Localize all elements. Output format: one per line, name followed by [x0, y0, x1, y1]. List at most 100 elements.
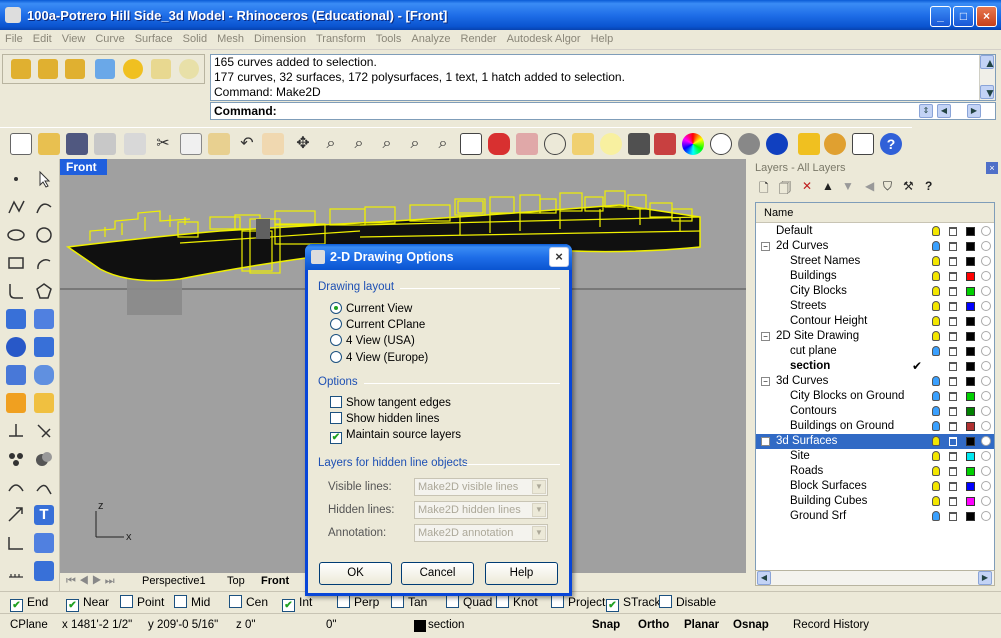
boolean-icon[interactable]	[34, 449, 54, 469]
layer-name[interactable]: 3d Surfaces	[776, 435, 837, 447]
lightbulb-icon[interactable]	[932, 226, 940, 236]
tab-top[interactable]: Top	[227, 575, 245, 587]
menu-solid[interactable]: Solid	[178, 30, 212, 45]
points-on-icon[interactable]	[6, 449, 26, 469]
menu-surface[interactable]: Surface	[130, 30, 178, 45]
collapse-icon[interactable]: −	[761, 437, 770, 446]
unlock-icon[interactable]	[949, 497, 957, 506]
select-tool-icon[interactable]	[798, 133, 820, 155]
shaded-sphere-icon[interactable]	[738, 133, 760, 155]
car-icon[interactable]	[488, 133, 510, 155]
layout-option-4view-europe[interactable]: 4 View (Europe)	[330, 351, 428, 364]
layer-name[interactable]: cut plane	[790, 345, 837, 357]
layer-row[interactable]: Building Cubes	[756, 494, 994, 509]
layer-color-swatch[interactable]	[966, 287, 975, 296]
grid-plane-icon[interactable]	[516, 133, 538, 155]
ok-button[interactable]: OK	[319, 562, 392, 585]
lightbulb-icon[interactable]	[932, 376, 940, 386]
cancel-button[interactable]: Cancel	[401, 562, 474, 585]
visible-lines-select[interactable]: Make2D visible lines ▼	[414, 478, 548, 496]
layer-color-swatch[interactable]	[966, 242, 975, 251]
solid-box-icon[interactable]	[34, 337, 54, 357]
layer-row[interactable]: −2D Site Drawing	[756, 329, 994, 344]
menu-mesh[interactable]: Mesh	[212, 30, 249, 45]
layer-color-swatch[interactable]	[966, 467, 975, 476]
layer-hscrollbar[interactable]: ◀ ▶	[755, 570, 995, 586]
layer-row[interactable]: section ✔	[756, 359, 994, 374]
osnap-checkbox[interactable]	[391, 595, 404, 608]
menu-autodesk-algor[interactable]: Autodesk Algor	[502, 30, 586, 45]
menu-analyze[interactable]: Analyze	[406, 30, 455, 45]
grid-icon[interactable]	[852, 133, 874, 155]
cut-icon[interactable]: ✂	[152, 133, 174, 155]
unlock-icon[interactable]	[949, 272, 957, 281]
unlock-icon[interactable]	[949, 317, 957, 326]
layer-row[interactable]: −2d Curves	[756, 239, 994, 254]
layout-option-4view-usa[interactable]: 4 View (USA)	[330, 334, 415, 347]
osnap-end-icon[interactable]	[11, 59, 31, 79]
show-tangent-edges-option[interactable]: Show tangent edges	[330, 396, 451, 409]
undo-view-icon[interactable]: ⌕	[432, 133, 454, 155]
unlock-icon[interactable]	[949, 302, 957, 311]
current-layer-check-icon[interactable]: ✔	[912, 359, 922, 373]
lightbulb-icon[interactable]	[932, 451, 940, 461]
status-current-layer[interactable]: section	[428, 619, 464, 631]
show-tangent-edges-checkbox[interactable]	[330, 396, 342, 408]
layer-list-header[interactable]: Name	[756, 203, 994, 223]
chevron-down-icon[interactable]: ▼	[532, 503, 546, 517]
dimension-icon[interactable]	[6, 533, 26, 553]
cylinder-icon[interactable]	[34, 365, 54, 385]
layer-color-swatch[interactable]	[966, 317, 975, 326]
material-icon[interactable]	[981, 391, 991, 401]
sphere-icon[interactable]	[6, 337, 26, 357]
layer-name[interactable]: Site	[790, 450, 810, 462]
tab-front[interactable]: Front	[261, 575, 289, 587]
layer-name[interactable]: 2D Site Drawing	[776, 330, 859, 342]
lightbulb-icon[interactable]	[932, 331, 940, 341]
layer-row[interactable]: Streets	[756, 299, 994, 314]
unlock-icon[interactable]	[949, 482, 957, 491]
move-icon[interactable]	[6, 505, 26, 525]
status-cplane[interactable]: CPlane	[10, 619, 48, 631]
osnap-project[interactable]: Project	[551, 595, 605, 609]
undo-icon[interactable]: ↶	[236, 133, 258, 155]
export-icon[interactable]	[124, 133, 146, 155]
block-icon[interactable]	[34, 561, 54, 581]
layer-name[interactable]: Buildings on Ground	[790, 420, 894, 432]
lightbulb-icon[interactable]	[932, 271, 940, 281]
rotate-view-icon[interactable]: ✥	[292, 133, 314, 155]
rhino-app-icon[interactable]	[5, 7, 21, 23]
unlock-icon[interactable]	[949, 227, 957, 236]
layer-row[interactable]: cut plane	[756, 344, 994, 359]
lightbulb-icon[interactable]	[932, 241, 940, 251]
viewport-title[interactable]: Front	[60, 159, 107, 175]
material-icon[interactable]	[981, 301, 991, 311]
unlock-icon[interactable]	[949, 347, 957, 356]
minimize-button[interactable]: _	[930, 6, 951, 27]
help-icon[interactable]: ?	[880, 133, 902, 155]
menu-curve[interactable]: Curve	[90, 30, 129, 45]
osnap-tan[interactable]: Tan	[391, 595, 427, 609]
point-icon[interactable]	[6, 169, 26, 189]
lightbulb-icon[interactable]	[932, 481, 940, 491]
layer-color-swatch[interactable]	[966, 497, 975, 506]
tab-nav-icon[interactable]: ⏮ ◀ ▶ ⏭	[66, 575, 115, 588]
material-icon[interactable]	[981, 376, 991, 386]
osnap-disable[interactable]: Disable	[659, 595, 716, 609]
osnap-near-icon[interactable]	[38, 59, 58, 79]
material-icon[interactable]	[981, 511, 991, 521]
maintain-source-layers-option[interactable]: ✔ Maintain source layers	[330, 429, 461, 444]
menu-help[interactable]: Help	[586, 30, 619, 45]
fillet-icon[interactable]	[6, 281, 26, 301]
layer-color-swatch[interactable]	[966, 227, 975, 236]
osnap-knot[interactable]: Knot	[496, 595, 538, 609]
collapse-icon[interactable]: −	[761, 242, 770, 251]
layer-row[interactable]: Contour Height	[756, 314, 994, 329]
extend-icon[interactable]	[34, 477, 54, 497]
zoom-icon[interactable]: ⌕	[320, 133, 342, 155]
unlock-icon[interactable]	[949, 437, 957, 446]
layer-row[interactable]: −3d Surfaces	[756, 434, 994, 449]
move-down-icon[interactable]: ▼	[842, 179, 854, 193]
select-arrow-icon[interactable]	[34, 169, 54, 189]
layer-color-swatch[interactable]	[966, 512, 975, 521]
